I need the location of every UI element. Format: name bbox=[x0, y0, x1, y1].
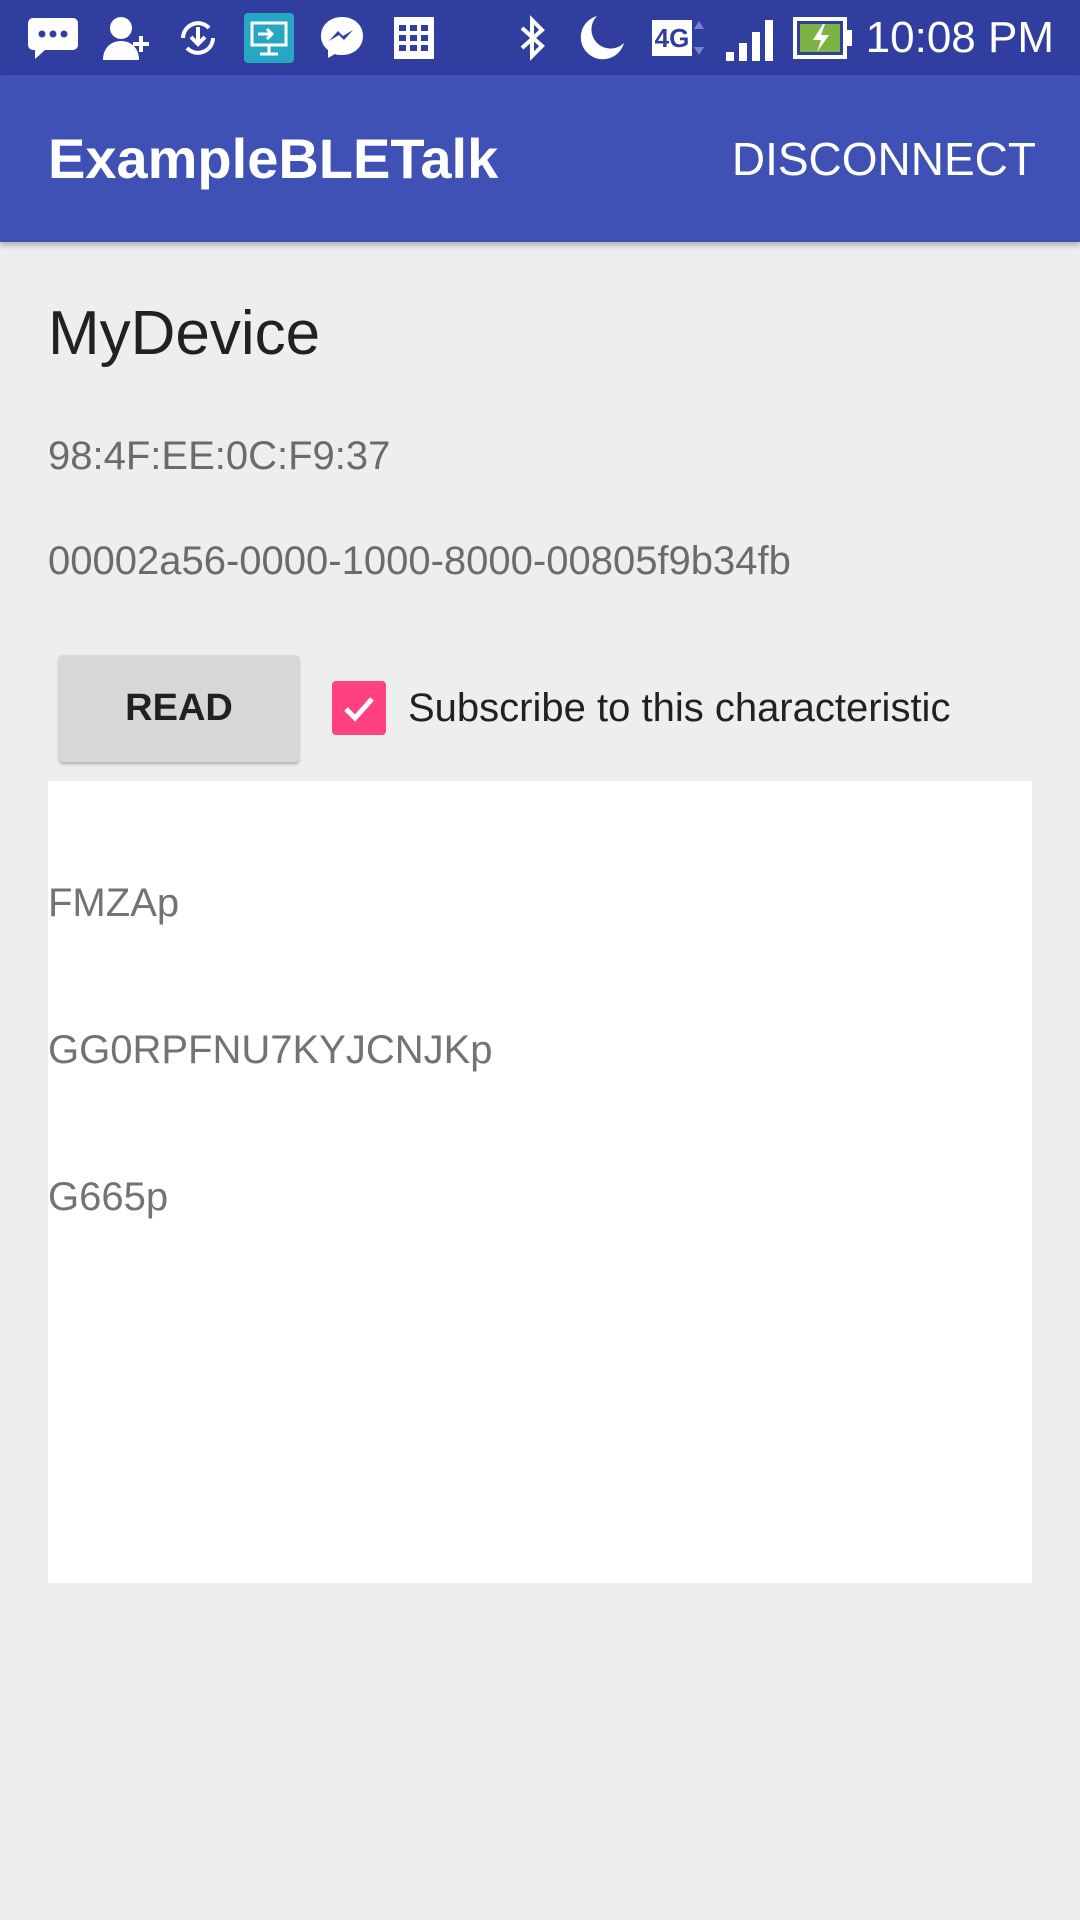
network-4g-label: 4G bbox=[651, 20, 693, 56]
screen-share-icon bbox=[243, 12, 295, 64]
read-button[interactable]: READ bbox=[59, 655, 299, 762]
device-address: 98:4F:EE:0C:F9:37 bbox=[48, 434, 391, 478]
battery-charging-icon bbox=[792, 12, 854, 64]
output-line: G665p bbox=[48, 1175, 169, 1219]
cell-signal-icon bbox=[722, 12, 778, 64]
bluetooth-icon bbox=[507, 12, 559, 64]
status-clock: 10:08 PM bbox=[865, 13, 1054, 62]
output-line: GG0RPFNU7KYJCNJKp bbox=[48, 1028, 493, 1072]
chat-bubble-icon bbox=[27, 12, 79, 64]
app-bar: ExampleBLETalk DISCONNECT bbox=[0, 75, 1080, 242]
disconnect-button[interactable]: DISCONNECT bbox=[726, 75, 1042, 242]
status-bar: 4G 10:08 PM bbox=[0, 0, 1080, 75]
subscribe-checkbox[interactable] bbox=[332, 681, 386, 735]
subscribe-checkbox-row[interactable]: Subscribe to this characteristic bbox=[332, 680, 950, 736]
messenger-icon bbox=[316, 12, 368, 64]
calendar-grid-icon bbox=[388, 12, 440, 64]
device-name: MyDevice bbox=[48, 299, 321, 368]
download-update-icon bbox=[172, 12, 224, 64]
subscribe-label: Subscribe to this characteristic bbox=[408, 685, 951, 730]
network-4g-icon: 4G bbox=[648, 12, 710, 64]
add-person-icon bbox=[101, 12, 153, 64]
app-title: ExampleBLETalk bbox=[48, 127, 499, 190]
output-line: FMZAp bbox=[48, 881, 180, 925]
characteristic-uuid: 00002a56-0000-1000-8000-00805f9b34fb bbox=[48, 539, 791, 583]
characteristic-output[interactable]: FMZAp GG0RPFNU7KYJCNJKp G665p bbox=[48, 781, 1032, 1583]
do-not-disturb-moon-icon bbox=[576, 12, 628, 64]
checkmark-icon bbox=[344, 697, 374, 722]
